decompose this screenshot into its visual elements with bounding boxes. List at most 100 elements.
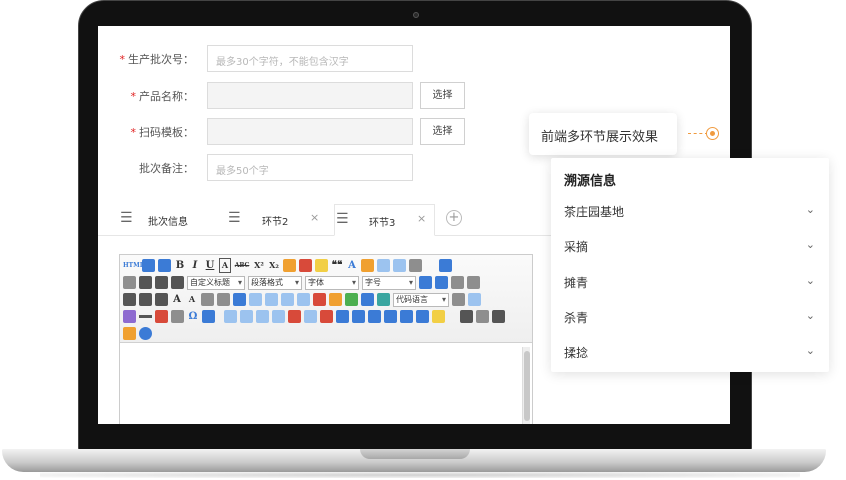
font-color-button[interactable]: A: [346, 259, 358, 272]
delete-row-icon[interactable]: [288, 310, 301, 323]
delete-table-icon[interactable]: [240, 310, 253, 323]
ltr-icon[interactable]: [419, 276, 432, 289]
batch-number-input[interactable]: 最多30个字符，不能包含汉字: [207, 45, 413, 72]
search-replace-icon[interactable]: [492, 310, 505, 323]
bold-button[interactable]: B: [174, 259, 186, 272]
insert-row-icon[interactable]: [272, 310, 285, 323]
undo-icon[interactable]: [142, 259, 155, 272]
to-lowercase-button[interactable]: A: [186, 293, 198, 306]
html-source-button[interactable]: HTML: [123, 259, 144, 272]
row-spacing-bottom-icon[interactable]: [155, 276, 168, 289]
custom-title-select[interactable]: 自定义标题: [187, 275, 245, 290]
italic-button[interactable]: I: [189, 259, 201, 272]
drafts-icon[interactable]: [123, 327, 136, 340]
chevron-down-icon[interactable]: ⌄: [806, 309, 815, 322]
underline-button[interactable]: U: [204, 259, 216, 272]
drag-handle-icon[interactable]: ☰: [120, 211, 133, 225]
justify-center-icon[interactable]: [123, 293, 136, 306]
font-border-button[interactable]: A: [219, 258, 231, 273]
insert-video-icon[interactable]: [361, 293, 374, 306]
delete-col-icon[interactable]: [320, 310, 333, 323]
merge-down-icon[interactable]: [368, 310, 381, 323]
scan-template-input[interactable]: [207, 118, 413, 145]
drag-handle-icon[interactable]: ☰: [228, 211, 241, 225]
image-right-icon[interactable]: [281, 293, 294, 306]
chevron-down-icon[interactable]: ⌄: [806, 203, 815, 216]
chevron-down-icon[interactable]: ⌄: [806, 274, 815, 287]
date-icon[interactable]: [155, 310, 168, 323]
close-icon[interactable]: ×: [417, 212, 426, 225]
highlight-icon[interactable]: [361, 259, 374, 272]
insert-table-icon[interactable]: [224, 310, 237, 323]
font-family-select[interactable]: 字体: [305, 275, 359, 290]
redo-icon[interactable]: [158, 259, 171, 272]
editor-scrollbar[interactable]: [522, 347, 530, 424]
unordered-list-icon[interactable]: [393, 259, 406, 272]
tab-batch-info[interactable]: ☰ 批次信息: [120, 204, 220, 236]
rtl-icon[interactable]: [435, 276, 448, 289]
drag-handle-icon[interactable]: ☰: [336, 212, 349, 226]
insert-col-icon[interactable]: [304, 310, 317, 323]
subscript-button[interactable]: X₂: [268, 259, 280, 272]
paragraph-format-select[interactable]: 段落格式: [248, 275, 302, 290]
print-icon[interactable]: [460, 310, 473, 323]
unlink-icon[interactable]: [217, 293, 230, 306]
list-item[interactable]: 采摘 ⌄: [551, 229, 829, 264]
batch-remark-input[interactable]: 最多50个字: [207, 154, 413, 181]
image-none-icon[interactable]: [249, 293, 262, 306]
insert-paragraph-before-table-icon[interactable]: [256, 310, 269, 323]
split-cols-icon[interactable]: [416, 310, 429, 323]
anchor-icon[interactable]: [233, 293, 246, 306]
eraser-icon[interactable]: [283, 259, 296, 272]
align-left-icon[interactable]: [467, 276, 480, 289]
page-break-icon[interactable]: [452, 293, 465, 306]
split-rows-icon[interactable]: [400, 310, 413, 323]
code-language-select[interactable]: 代码语言: [393, 292, 449, 307]
merge-cells-icon[interactable]: [336, 310, 349, 323]
template-icon[interactable]: [468, 293, 481, 306]
close-icon[interactable]: ×: [310, 211, 319, 224]
horizontal-rule-icon[interactable]: [139, 315, 152, 318]
editor-scrollbar-thumb[interactable]: [524, 351, 530, 421]
select-product-button[interactable]: 选择: [420, 82, 465, 109]
time-icon[interactable]: [171, 310, 184, 323]
editor-content-area[interactable]: [120, 343, 532, 424]
list-item[interactable]: 杀青 ⌄: [551, 300, 829, 335]
link-icon[interactable]: [201, 293, 214, 306]
format-brush-icon[interactable]: [299, 259, 312, 272]
justify-right-icon[interactable]: [139, 293, 152, 306]
chevron-down-icon[interactable]: ⌄: [806, 238, 815, 251]
list-item[interactable]: 茶庄园基地 ⌄: [551, 194, 829, 229]
row-spacing-top-icon[interactable]: [139, 276, 152, 289]
tab-stage-3[interactable]: ☰ 环节3 ×: [334, 204, 435, 236]
insert-image-icon[interactable]: [329, 293, 342, 306]
split-cells-icon[interactable]: [384, 310, 397, 323]
select-template-button[interactable]: 选择: [420, 118, 465, 145]
clear-doc-icon[interactable]: [123, 276, 136, 289]
strikethrough-button[interactable]: ABC: [234, 259, 250, 272]
auto-format-icon[interactable]: [315, 259, 328, 272]
emotion-icon[interactable]: [345, 293, 358, 306]
superscript-button[interactable]: X²: [253, 259, 265, 272]
fullscreen-icon[interactable]: [439, 259, 452, 272]
justify-full-icon[interactable]: [155, 293, 168, 306]
insert-code-icon[interactable]: [377, 293, 390, 306]
preview-icon[interactable]: [476, 310, 489, 323]
special-chars-button[interactable]: Ω: [187, 310, 199, 323]
ordered-list-icon[interactable]: [377, 259, 390, 272]
chevron-down-icon[interactable]: ⌄: [806, 344, 815, 357]
list-item[interactable]: 摊青 ⌄: [551, 265, 829, 300]
list-item[interactable]: 揉捻 ⌄: [551, 335, 829, 370]
tab-stage-2[interactable]: ☰ 环节2 ×: [228, 204, 328, 236]
add-tab-icon[interactable]: +: [446, 210, 462, 226]
image-center-icon[interactable]: [297, 293, 310, 306]
product-name-input[interactable]: [207, 82, 413, 109]
to-uppercase-button[interactable]: A: [171, 293, 183, 306]
background-icon[interactable]: [432, 310, 445, 323]
font-size-select[interactable]: 字号: [362, 275, 416, 290]
select-all-icon[interactable]: [409, 259, 422, 272]
spellcheck-icon[interactable]: [202, 310, 215, 323]
merge-right-icon[interactable]: [352, 310, 365, 323]
attachment-icon[interactable]: [123, 310, 136, 323]
line-height-icon[interactable]: [171, 276, 184, 289]
